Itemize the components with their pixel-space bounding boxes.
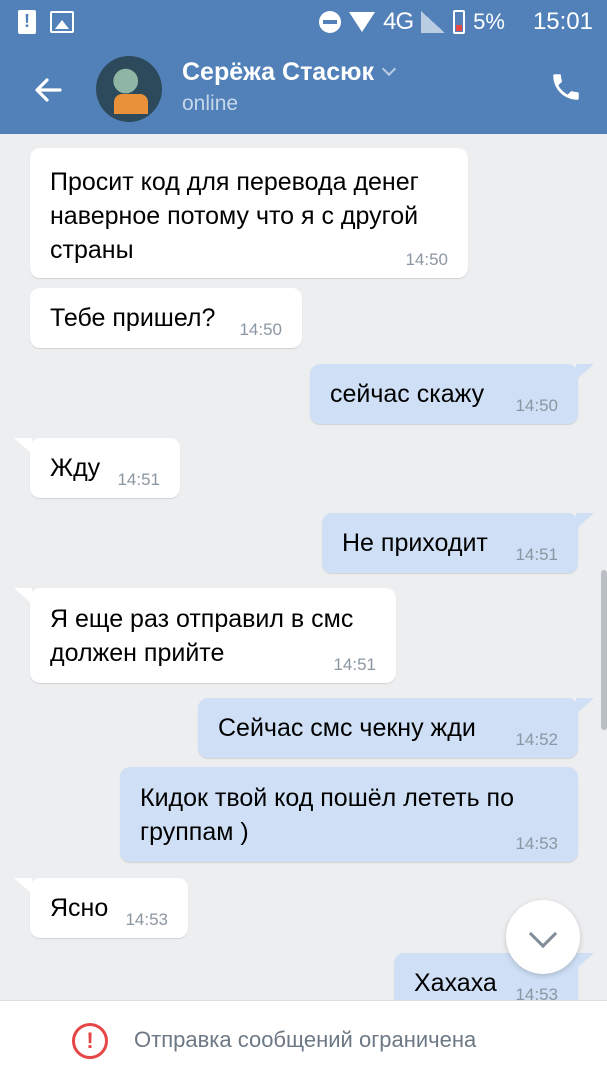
chevron-down-icon	[528, 919, 558, 949]
battery-percent: 5%	[473, 9, 505, 34]
message-time: 14:53	[515, 834, 558, 853]
message-time: 14:51	[515, 545, 558, 564]
clock: 15:01	[532, 8, 593, 35]
message-incoming[interactable]: Просит код для перевода денег наверное п…	[30, 148, 468, 278]
avatar[interactable]	[96, 56, 162, 122]
message-incoming[interactable]: Ясно 14:53	[14, 878, 188, 938]
contact-name: Серёжа Стасюк	[182, 58, 374, 86]
phone-icon[interactable]	[549, 70, 583, 104]
contact-status: online	[182, 92, 239, 115]
contact-name-row[interactable]: Серёжа Стасюк	[182, 58, 397, 87]
message-restriction-bar: ! Отправка сообщений ограничена	[0, 1000, 607, 1080]
battery-icon	[453, 10, 466, 34]
dnd-icon	[319, 11, 342, 33]
message-time: 14:50	[515, 396, 558, 415]
message-incoming[interactable]: Тебе пришел? 14:50	[30, 288, 302, 348]
message-text: Просит код для перевода денег наверное п…	[50, 168, 419, 264]
message-text: Сейчас смс чекну жди	[218, 714, 476, 742]
message-incoming[interactable]: Я еще раз отправил в смс должен прийте 1…	[14, 588, 396, 683]
status-bar: 4G 5% 15:01	[0, 0, 607, 44]
sim-alert-icon	[18, 10, 36, 34]
message-outgoing[interactable]: Не приходит 14:51	[322, 513, 594, 573]
back-arrow-icon[interactable]	[28, 70, 68, 110]
message-outgoing[interactable]: сейчас скажу 14:50	[310, 364, 594, 424]
chevron-down-icon	[381, 61, 397, 77]
message-time: 14:51	[117, 470, 160, 489]
scrollbar[interactable]	[601, 570, 607, 730]
message-text: Я еще раз отправил в смс должен прийте	[50, 605, 354, 667]
message-incoming[interactable]: Жду 14:51	[14, 438, 180, 498]
restriction-notice: Отправка сообщений ограничена	[134, 1027, 477, 1052]
message-text: Кидок твой код пошёл лететь по группам )	[140, 784, 514, 846]
message-time: 14:51	[333, 655, 376, 674]
message-time: 14:52	[515, 730, 558, 749]
message-outgoing[interactable]: Кидок твой код пошёл лететь по группам )…	[120, 767, 578, 862]
image-icon	[50, 11, 74, 33]
wifi-icon	[349, 12, 376, 32]
network-type: 4G	[383, 8, 414, 35]
message-time: 14:53	[125, 910, 168, 929]
message-time: 14:50	[405, 250, 448, 269]
message-outgoing[interactable]: Сейчас смс чекну жди 14:52	[198, 698, 594, 758]
signal-icon	[421, 11, 446, 33]
scroll-to-bottom-button[interactable]	[506, 900, 580, 974]
message-time: 14:50	[239, 320, 282, 339]
chat-header: Серёжа Стасюк online	[0, 44, 607, 134]
warning-icon: !	[72, 1023, 108, 1059]
